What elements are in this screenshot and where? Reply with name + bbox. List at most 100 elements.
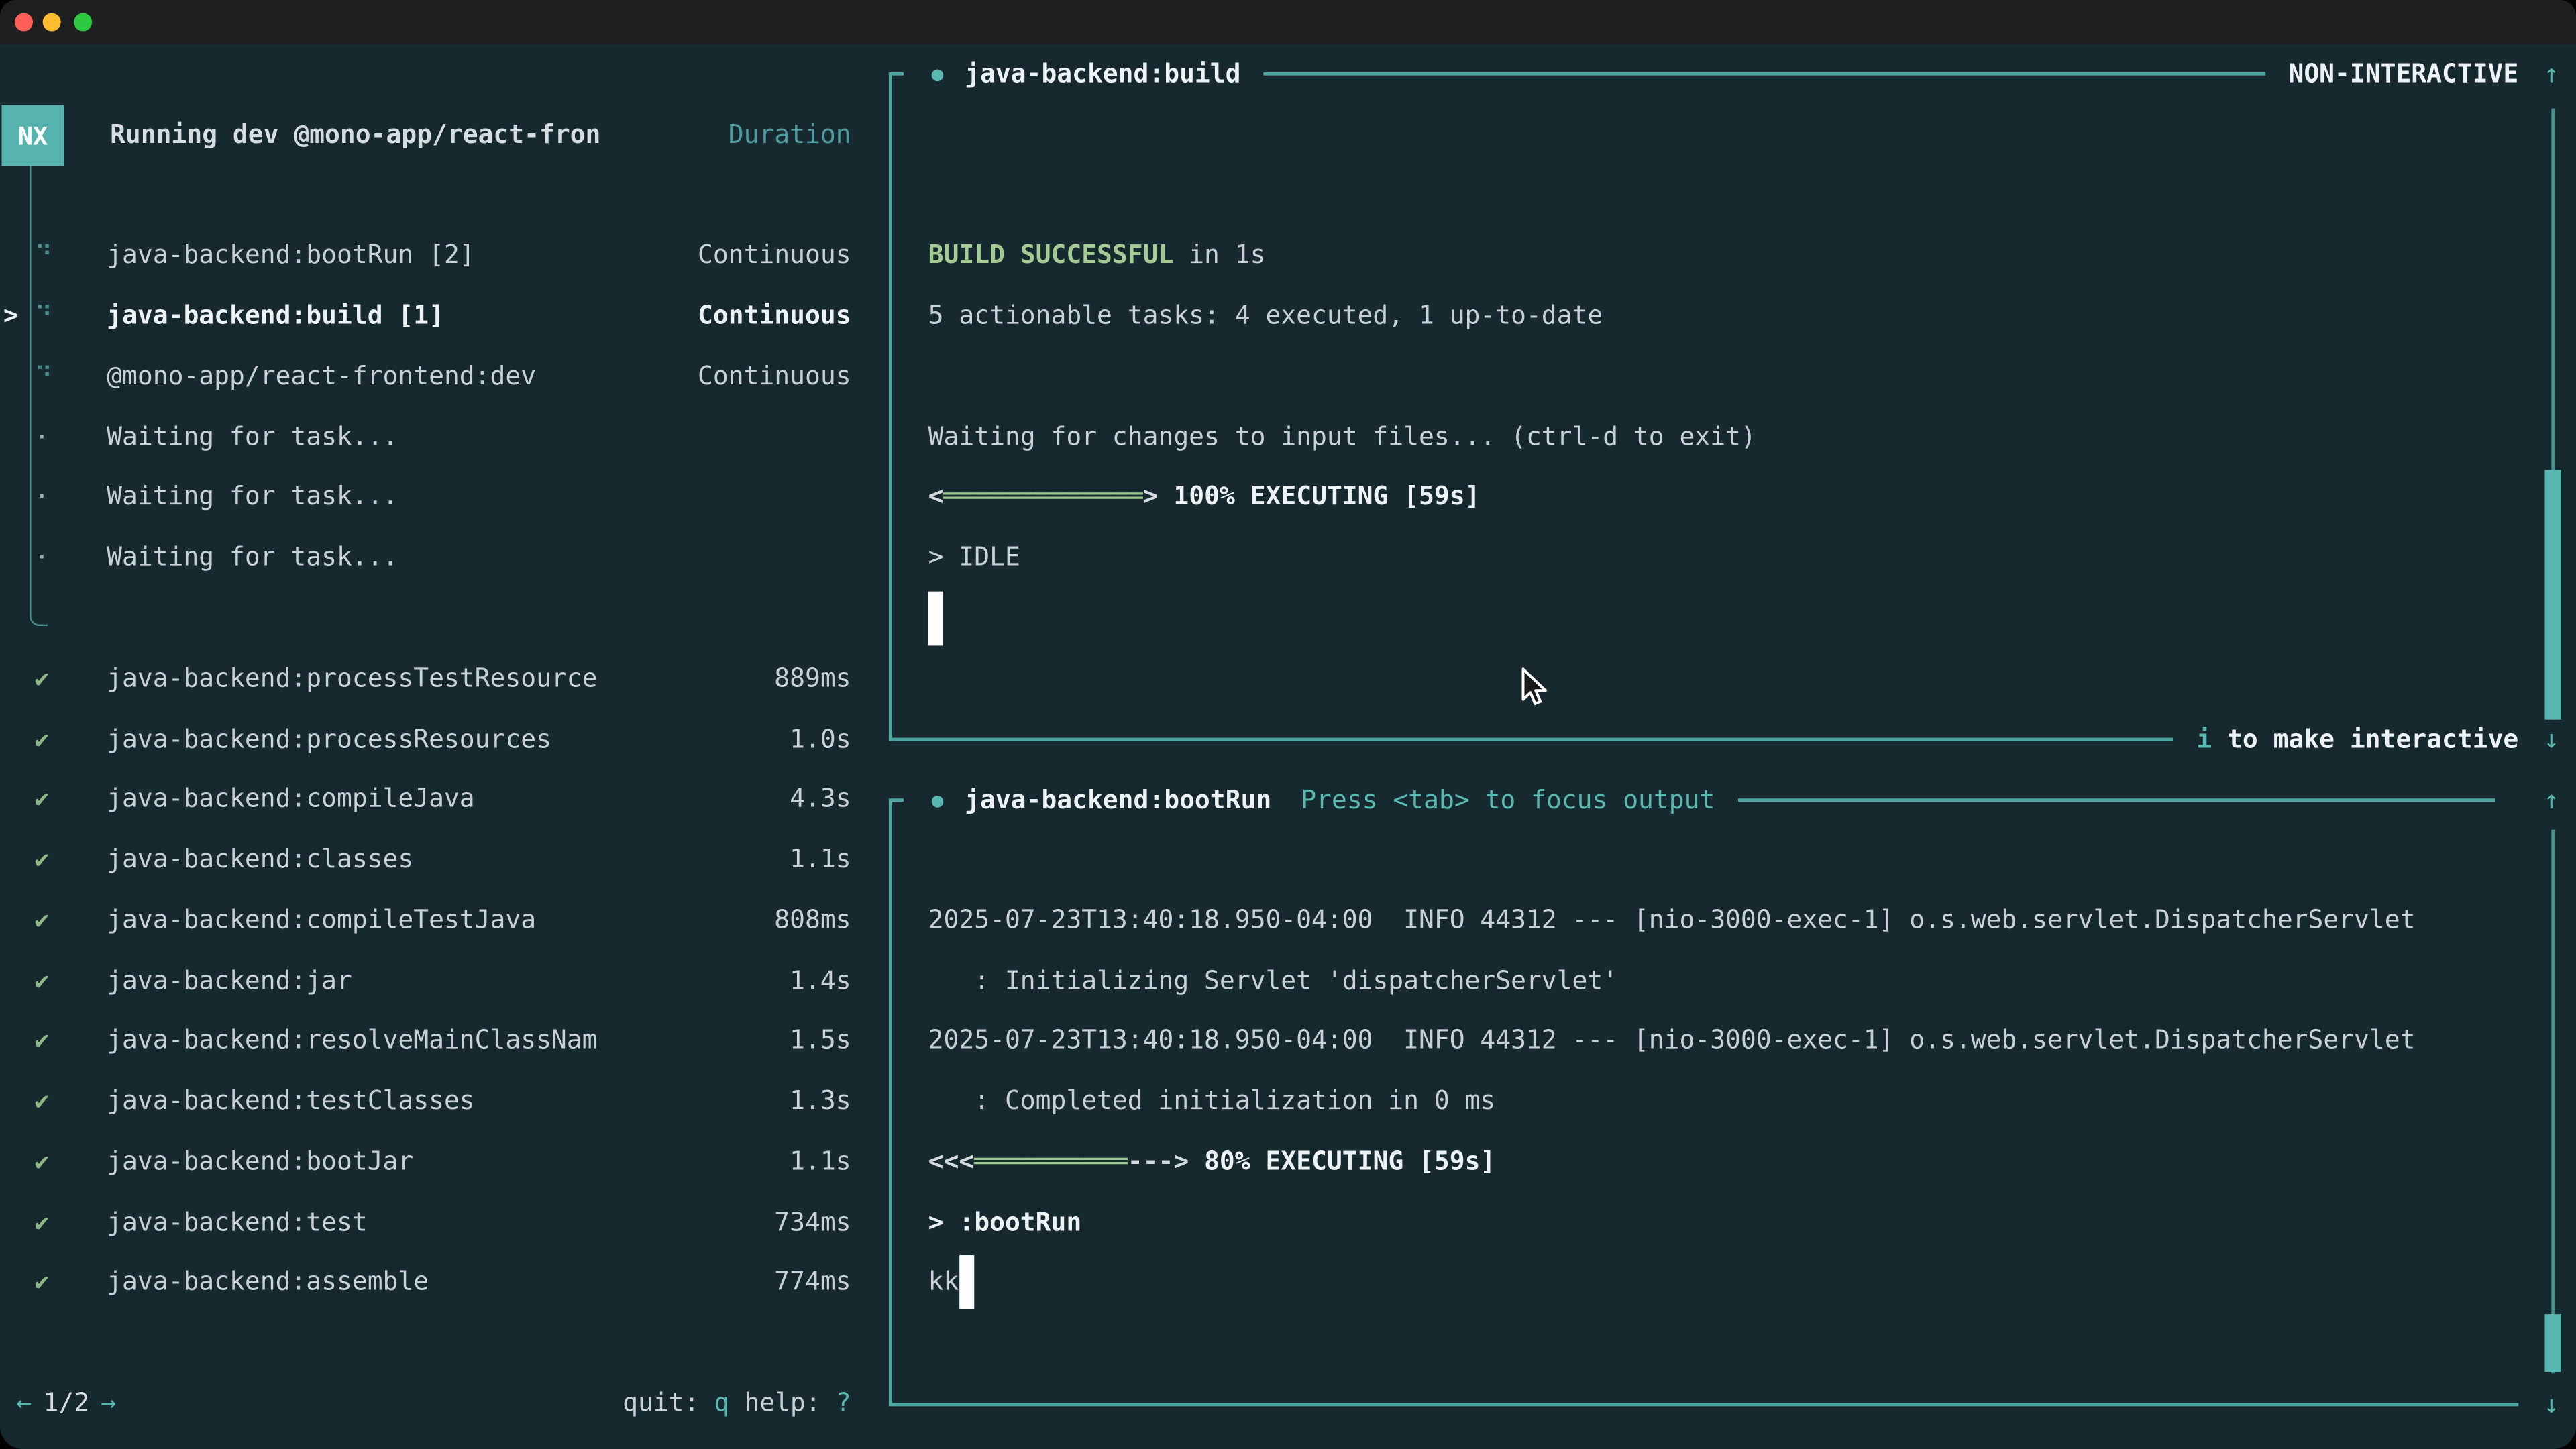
bootrun-pane-header[interactable]: ● java-backend:bootRun Press <tab> to fo…	[889, 769, 2563, 830]
task-label: java-backend:bootRun [2]	[107, 225, 698, 286]
task-row[interactable]: > ⠙ java-backend:build [1] Continuous	[0, 286, 871, 346]
task-status: Continuous	[698, 225, 871, 286]
task-row[interactable]: ✔ java-backend:classes 1.1s	[0, 830, 871, 890]
terminal-text: 2025-07-23T13:40:18.950-04:00 INFO 44312…	[928, 1026, 2416, 1055]
terminal-text: 100% EXECUTING [59s]	[1159, 482, 1481, 511]
check-icon: ✔	[34, 1011, 107, 1071]
task-row[interactable]: ✔ java-backend:assemble 774ms	[0, 1252, 871, 1313]
bootrun-pane-left-border	[889, 800, 892, 1404]
bootrun-pane-title: java-backend:bootRun	[965, 785, 1271, 814]
pane-border-line	[889, 1402, 2518, 1405]
task-row[interactable]: ✔ java-backend:bootJar 1.1s	[0, 1132, 871, 1192]
task-row[interactable]: ✔ java-backend:testClasses 1.3s	[0, 1071, 871, 1132]
terminal-line: 5 actionable tasks: 4 executed, 1 up-to-…	[928, 286, 2530, 346]
terminal-line: kk	[928, 1252, 2530, 1313]
selected-task-marker: >	[0, 286, 34, 346]
terminal-cursor	[959, 1256, 973, 1310]
build-pane-output: BUILD SUCCESSFUL in 1s 5 actionable tasks…	[928, 225, 2530, 648]
terminal-text: ═════════════	[944, 482, 1143, 511]
task-row[interactable]: ✔ java-backend:processTestResource 889ms	[0, 649, 871, 709]
build-pane-scrollbar-thumb[interactable]	[2544, 470, 2561, 719]
task-bullet-icon: ●	[932, 788, 944, 811]
window: NX Running dev @mono-app/react-fron Dura…	[0, 0, 2576, 1449]
task-row[interactable]: ✔ java-backend:compileJava 4.3s	[0, 769, 871, 830]
quit-hint-label: quit:	[623, 1374, 699, 1434]
task-status: 1.5s	[790, 1011, 871, 1071]
pager-next-icon[interactable]: →	[101, 1374, 116, 1434]
check-icon: ✔	[34, 649, 107, 709]
focus-output-hint: Press <tab> to focus output	[1301, 785, 1715, 814]
terminal-text: : Initializing Servlet 'dispatcherServle…	[928, 965, 1618, 995]
task-label: @mono-app/react-frontend:dev	[107, 346, 698, 407]
task-row[interactable]: · Waiting for task...	[0, 527, 871, 588]
check-icon: ✔	[34, 709, 107, 769]
terminal-text: <<<	[928, 1146, 975, 1176]
titlebar	[0, 0, 2576, 44]
check-icon: ✔	[34, 1132, 107, 1192]
task-status: 1.1s	[790, 830, 871, 890]
task-row[interactable]: ⠙ @mono-app/react-frontend:dev Continuou…	[0, 346, 871, 407]
close-button[interactable]	[15, 13, 33, 32]
scroll-down-icon[interactable]: ↓	[2540, 1389, 2563, 1419]
terminal-line: > :bootRun	[928, 1192, 2530, 1252]
task-status: 774ms	[774, 1252, 871, 1313]
terminal-text: 2025-07-23T13:40:18.950-04:00 INFO 44312…	[928, 905, 2416, 934]
terminal-line: > IDLE	[928, 527, 2530, 588]
interactive-hint-text: to make interactive	[2212, 724, 2518, 754]
scroll-up-icon[interactable]: ↑	[2540, 785, 2563, 814]
task-label: java-backend:test	[107, 1192, 774, 1252]
check-icon: ✔	[34, 890, 107, 951]
interactive-hint-key: i	[2196, 724, 2212, 754]
terminal-line: <<<══════════---> 80% EXECUTING [59s]	[928, 1132, 2530, 1192]
make-interactive-hint: i to make interactive	[2196, 724, 2518, 754]
bootrun-pane-scrollbar-track[interactable]	[2551, 830, 2555, 1374]
terminal-text: BUILD SUCCESSFUL	[928, 240, 1174, 270]
terminal-line: 2025-07-23T13:40:18.950-04:00 INFO 44312…	[928, 1011, 2530, 1071]
terminal-line: : Initializing Servlet 'dispatcherServle…	[928, 951, 2530, 1011]
task-row[interactable]: ✔ java-backend:resolveMainClassNam 1.5s	[0, 1011, 871, 1071]
terminal-text: --->	[1128, 1146, 1189, 1176]
task-status: 4.3s	[790, 769, 871, 830]
task-row[interactable]: ✔ java-backend:jar 1.4s	[0, 951, 871, 1011]
task-status: 889ms	[774, 649, 871, 709]
task-status: 808ms	[774, 890, 871, 951]
non-interactive-badge: NON-INTERACTIVE	[2288, 60, 2518, 89]
task-row[interactable]: · Waiting for task...	[0, 467, 871, 527]
build-pane-header[interactable]: ● java-backend:build NON-INTERACTIVE ↑	[889, 44, 2563, 105]
task-status: Continuous	[698, 346, 871, 407]
bootrun-pane-scrollbar-thumb[interactable]	[2544, 1314, 2561, 1372]
task-label: java-backend:compileJava	[107, 769, 790, 830]
pager: ← 1/2 →	[16, 1374, 116, 1434]
task-label: java-backend:classes	[107, 830, 790, 890]
sidebar-header: Running dev @mono-app/react-fron Duratio…	[0, 105, 871, 165]
terminal-text: 5 actionable tasks: 4 executed, 1 up-to-…	[928, 301, 1603, 330]
terminal-line: Waiting for changes to input files... (c…	[928, 407, 2530, 467]
terminal-line: <═════════════> 100% EXECUTING [59s]	[928, 467, 2530, 527]
terminal-text: : Completed initialization in 0 ms	[928, 1086, 1496, 1116]
terminal-app-window: NX Running dev @mono-app/react-fron Dura…	[0, 0, 2576, 1449]
task-status: 1.3s	[790, 1071, 871, 1132]
bootrun-pane-output: 2025-07-23T13:40:18.950-04:00 INFO 44312…	[928, 890, 2530, 1313]
zoom-button[interactable]	[74, 13, 92, 32]
task-row[interactable]: · Waiting for task...	[0, 407, 871, 467]
sidebar-footer: ← 1/2 → quit: q help: ?	[0, 1374, 871, 1434]
minimize-button[interactable]	[43, 13, 61, 32]
task-label: java-backend:bootJar	[107, 1132, 790, 1192]
pager-prev-icon[interactable]: ←	[16, 1374, 32, 1434]
task-label: java-backend:processTestResource	[107, 649, 774, 709]
mouse-cursor	[1519, 667, 1549, 708]
task-row[interactable]: ⠙ java-backend:bootRun [2] Continuous	[0, 225, 871, 286]
task-row[interactable]: ✔ java-backend:compileTestJava 808ms	[0, 890, 871, 951]
pager-page-indicator: 1/2	[44, 1374, 90, 1434]
task-row[interactable]: ✔ java-backend:test 734ms	[0, 1192, 871, 1252]
completed-task-list: ✔ java-backend:processTestResource 889ms…	[0, 649, 871, 1313]
task-row[interactable]: ✔ java-backend:processResources 1.0s	[0, 709, 871, 769]
running-task-list: ⠙ java-backend:bootRun [2] Continuous > …	[0, 225, 871, 588]
terminal-text: > :bootRun	[928, 1207, 1082, 1236]
help-hint-label: help:	[744, 1374, 820, 1434]
scroll-down-icon[interactable]: ↓	[2540, 724, 2563, 754]
terminal-cursor	[928, 591, 943, 645]
scroll-up-icon[interactable]: ↑	[2540, 60, 2563, 89]
terminal-text: in 1s	[1173, 240, 1265, 270]
sidebar-title: Running dev @mono-app/react-fron	[110, 105, 600, 165]
